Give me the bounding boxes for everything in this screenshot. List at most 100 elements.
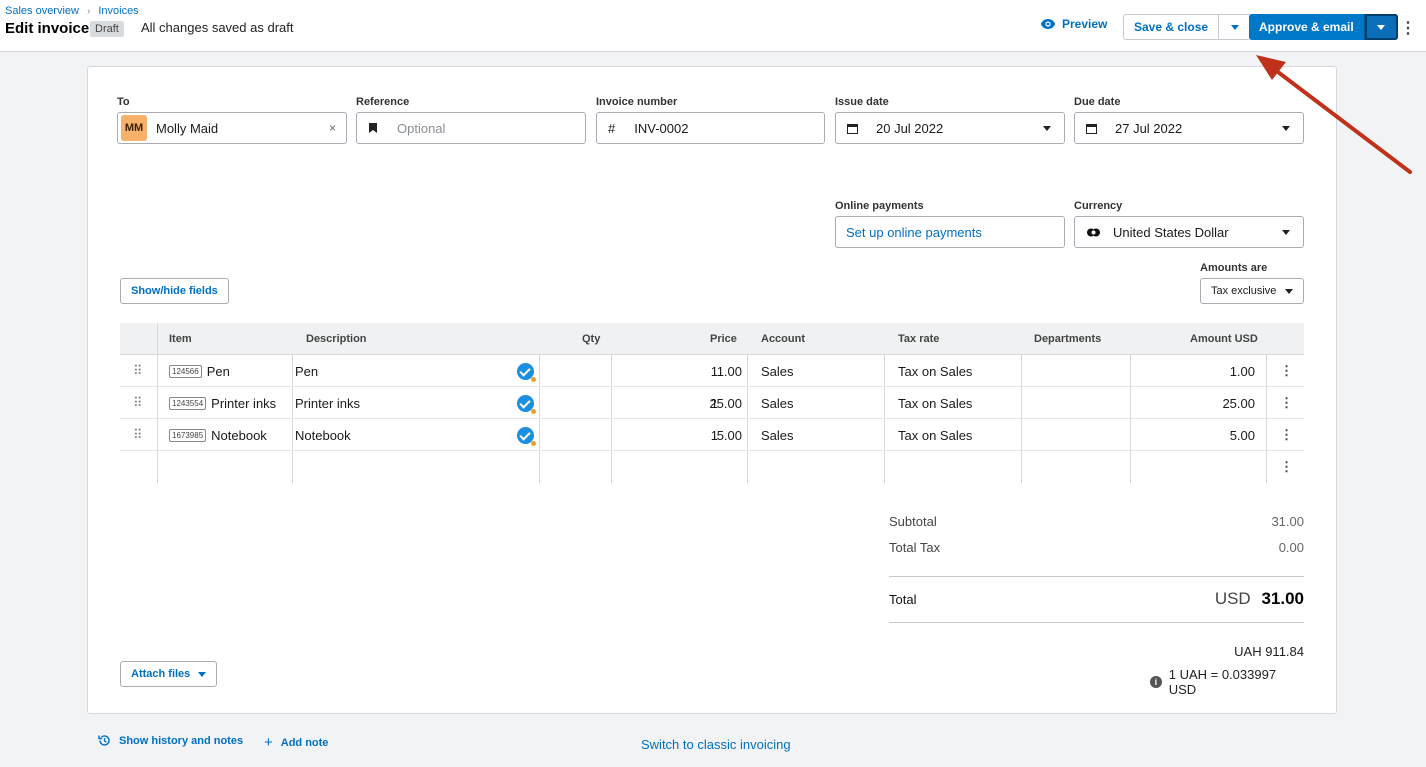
price-cell[interactable]: 1.00 xyxy=(618,355,742,387)
empty-table-row[interactable]: ⋮ xyxy=(120,451,1304,483)
more-options-icon[interactable]: ⋮ xyxy=(1400,18,1416,38)
item-name: Pen xyxy=(206,363,230,379)
chevron-down-icon xyxy=(198,671,207,677)
attach-files-button[interactable]: Attach files xyxy=(120,661,218,687)
amount-cell[interactable]: 1.00 xyxy=(1132,355,1255,387)
subtotal-label: Subtotal xyxy=(889,514,937,529)
column-header: Description xyxy=(306,333,367,345)
show-hide-fields-button[interactable]: Show/hide fields xyxy=(120,278,229,304)
drag-handle-icon[interactable]: ⠿ xyxy=(133,355,142,387)
drag-handle-icon[interactable]: ⠿ xyxy=(133,387,142,419)
amounts-are-select[interactable]: Tax exclusive xyxy=(1200,278,1304,304)
exchange-rate-text: 1 UAH = 0.033997 USD xyxy=(1168,667,1277,697)
amount-cell[interactable]: 5.00 xyxy=(1132,419,1255,451)
tax-rate-cell[interactable]: Tax on Sales xyxy=(898,419,972,451)
info-icon[interactable]: i xyxy=(1150,676,1162,688)
calendar-icon xyxy=(847,123,858,134)
verified-icon xyxy=(517,355,536,387)
breadcrumb-invoices[interactable]: Invoices xyxy=(98,5,138,17)
save-options-button[interactable] xyxy=(1219,15,1250,39)
divider xyxy=(889,622,1304,623)
reference-label: Reference xyxy=(356,96,410,108)
column-header: Departments xyxy=(1034,333,1102,345)
subtotal-value: 31.00 xyxy=(1271,514,1304,529)
contact-name: Molly Maid xyxy=(156,120,219,136)
to-field[interactable]: MM Molly Maid × xyxy=(117,112,347,144)
description-cell[interactable]: Notebook xyxy=(295,419,351,451)
item-cell[interactable]: 1673985 Notebook xyxy=(169,419,267,451)
preview-button[interactable]: Preview xyxy=(1040,17,1107,31)
amount-cell[interactable]: 25.00 xyxy=(1132,387,1255,419)
online-payments-label: Online payments xyxy=(835,200,924,212)
show-history-label: Show history and notes xyxy=(119,734,244,747)
description-cell[interactable]: Pen xyxy=(295,355,318,387)
account-cell[interactable]: Sales xyxy=(761,355,794,387)
issue-date-value: 20 Jul 2022 xyxy=(876,120,944,136)
item-code-badge: 1243554 xyxy=(169,396,207,410)
to-label: To xyxy=(117,96,130,108)
item-name: Notebook xyxy=(211,427,267,443)
column-header: Tax rate xyxy=(898,333,940,345)
top-bar: Sales overview › Invoices Edit invoice D… xyxy=(0,0,1426,52)
divider xyxy=(889,576,1304,577)
approve-group: Approve & email xyxy=(1249,14,1398,40)
avatar: MM xyxy=(121,115,147,141)
exchange-rate: i 1 UAH = 0.033997 USD xyxy=(1150,667,1304,697)
breadcrumb-sales-overview[interactable]: Sales overview xyxy=(5,5,79,17)
currency-select[interactable]: United States Dollar xyxy=(1074,216,1304,248)
total-value: 31.00 xyxy=(1261,589,1304,608)
save-close-button[interactable]: Save & close xyxy=(1124,15,1220,39)
add-note-button[interactable]: + Add note xyxy=(264,734,328,751)
item-code-badge: 124566 xyxy=(169,364,202,378)
column-header: Price xyxy=(710,333,737,345)
invoice-number-input[interactable]: # INV-0002 xyxy=(596,112,825,144)
chevron-down-icon xyxy=(1377,24,1386,30)
reference-input[interactable]: Optional xyxy=(356,112,586,144)
description-cell[interactable]: Printer inks xyxy=(295,387,360,419)
item-cell[interactable]: 124566 Pen xyxy=(169,355,230,387)
invoice-number-value: INV-0002 xyxy=(634,120,689,136)
price-cell[interactable]: 25.00 xyxy=(618,387,742,419)
amounts-are-label: Amounts are xyxy=(1200,262,1268,274)
save-status-text: All changes saved as draft xyxy=(141,20,294,35)
column-header: Account xyxy=(761,333,805,345)
clear-icon[interactable]: × xyxy=(329,121,336,135)
item-name: Printer inks xyxy=(211,395,277,411)
price-cell[interactable]: 5.00 xyxy=(618,419,742,451)
amounts-are-value: Tax exclusive xyxy=(1211,285,1277,297)
account-cell[interactable]: Sales xyxy=(761,419,794,451)
tax-rate-cell[interactable]: Tax on Sales xyxy=(898,387,972,419)
total-label: Total xyxy=(889,592,917,607)
preview-label: Preview xyxy=(1062,17,1108,31)
row-options-icon[interactable]: ⋮ xyxy=(1280,451,1293,483)
approve-email-button[interactable]: Approve & email xyxy=(1249,14,1365,40)
page-title: Edit invoice xyxy=(5,20,90,37)
row-options-icon[interactable]: ⋮ xyxy=(1280,419,1293,451)
hash-icon: # xyxy=(608,120,616,136)
issue-date-label: Issue date xyxy=(835,96,889,108)
online-payments-field[interactable]: Set up online payments xyxy=(835,216,1065,248)
issue-date-picker[interactable]: 20 Jul 2022 xyxy=(835,112,1065,144)
save-close-group: Save & close xyxy=(1123,14,1252,40)
bookmark-icon xyxy=(369,123,377,133)
show-history-button[interactable]: Show history and notes xyxy=(98,734,243,747)
column-header: Qty xyxy=(582,333,601,345)
table-row[interactable]: ⠿ 124566 Pen Pen 1 1.00 Sales Tax on Sal… xyxy=(120,355,1304,387)
account-cell[interactable]: Sales xyxy=(761,387,794,419)
row-options-icon[interactable]: ⋮ xyxy=(1280,355,1293,387)
tax-rate-cell[interactable]: Tax on Sales xyxy=(898,355,972,387)
switch-classic-link[interactable]: Switch to classic invoicing xyxy=(641,737,791,752)
approve-options-button[interactable] xyxy=(1364,14,1398,40)
total-tax-value: 0.00 xyxy=(1278,540,1304,555)
table-row[interactable]: ⠿ 1243554 Printer inks Printer inks 1 25… xyxy=(120,387,1304,419)
status-badge: Draft xyxy=(90,21,124,37)
plus-icon: + xyxy=(264,734,273,751)
setup-online-payments-link[interactable]: Set up online payments xyxy=(846,225,982,240)
drag-handle-icon[interactable]: ⠿ xyxy=(133,419,142,451)
table-row[interactable]: ⠿ 1673985 Notebook Notebook 1 5.00 Sales… xyxy=(120,419,1304,451)
item-code-badge: 1673985 xyxy=(169,428,207,442)
item-cell[interactable]: 1243554 Printer inks xyxy=(169,387,276,419)
annotation-arrow-icon xyxy=(1256,55,1412,174)
row-options-icon[interactable]: ⋮ xyxy=(1280,387,1293,419)
chevron-down-icon xyxy=(1282,229,1290,235)
